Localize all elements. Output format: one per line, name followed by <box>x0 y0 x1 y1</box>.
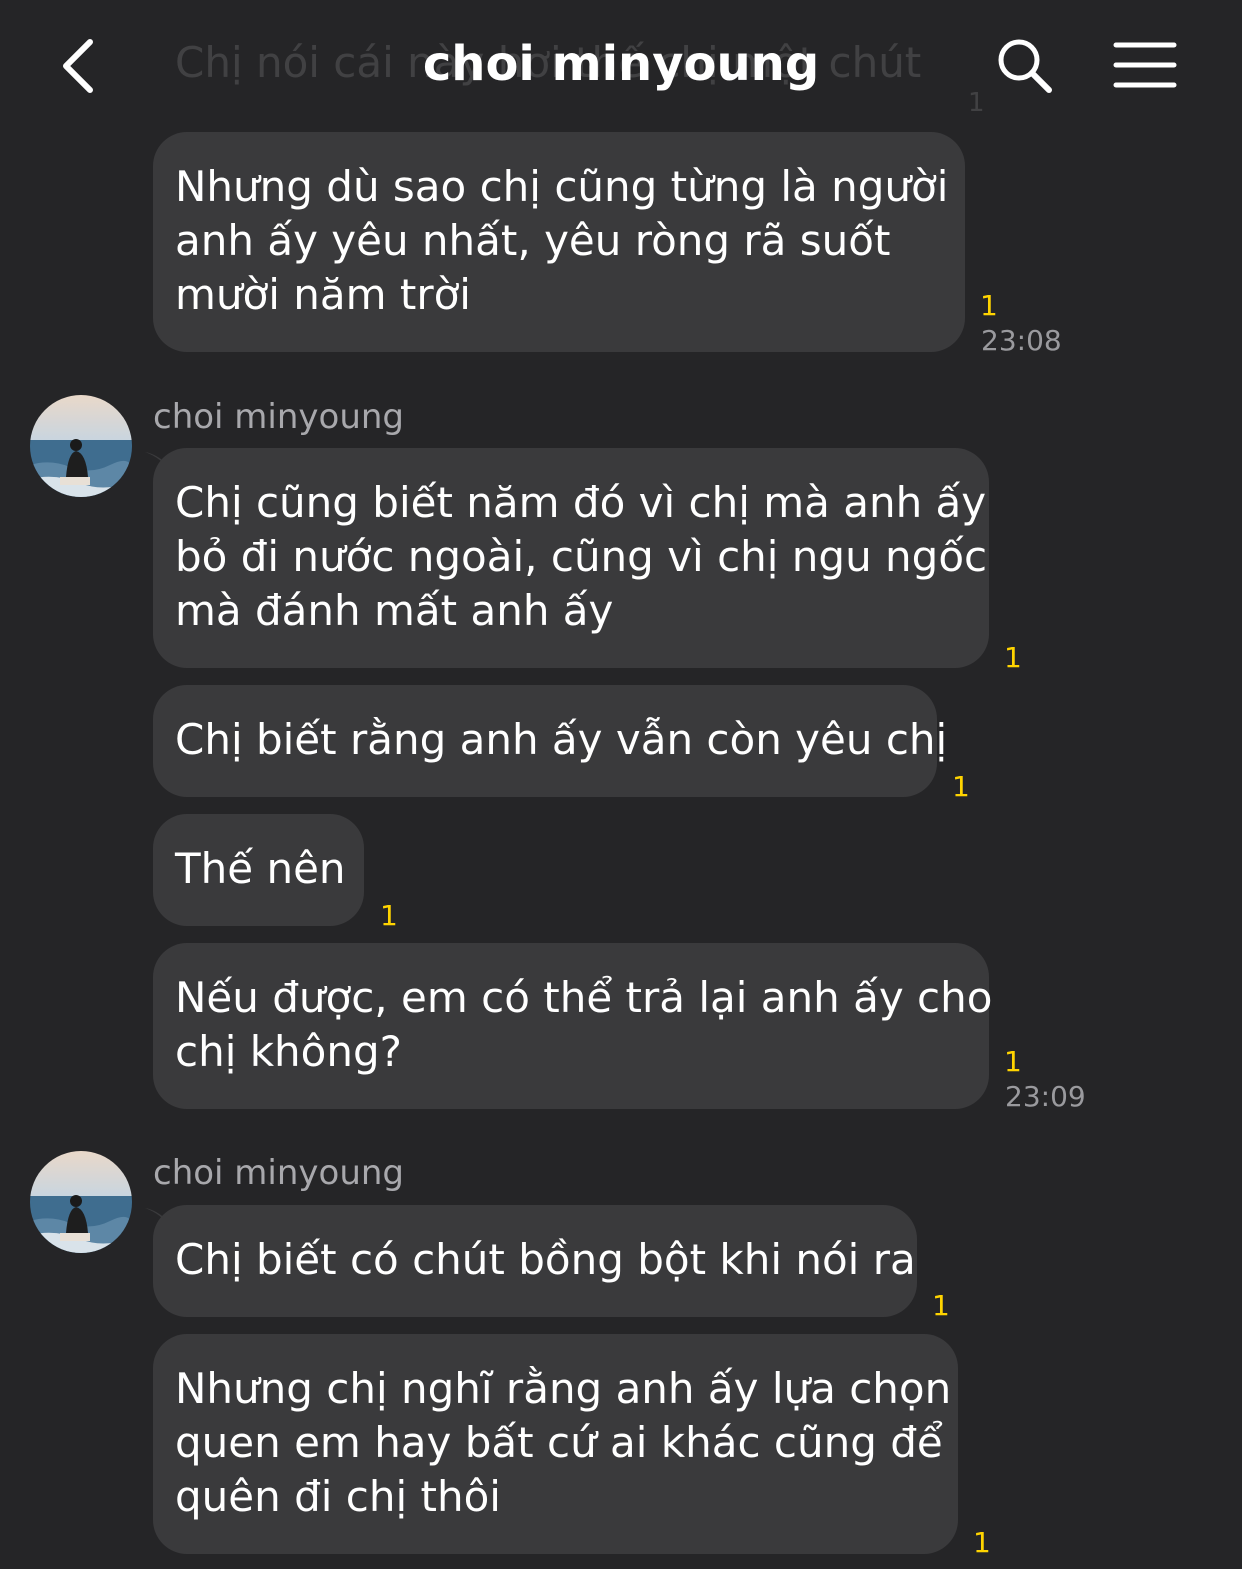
message-text: mà đánh mất anh ấy <box>175 586 614 635</box>
message-time: 23:08 <box>981 324 1062 357</box>
message-bubble[interactable]: Nếu được, em có thể trả lại anh ấy cho c… <box>153 943 993 1109</box>
avatar[interactable] <box>30 395 132 497</box>
message-text: mười năm trời <box>175 270 471 319</box>
chevron-left-icon[interactable] <box>58 38 98 94</box>
message-text: anh ấy yêu nhất, yêu ròng rã suốt <box>175 216 891 265</box>
message-bubble[interactable]: Nhưng dù sao chị cũng từng là người anh … <box>153 132 965 352</box>
message-text: chị không? <box>175 1027 402 1076</box>
unread-count: 1 <box>980 289 998 322</box>
message-text: Nhưng dù sao chị cũng từng là người <box>175 162 949 211</box>
hamburger-menu-icon[interactable] <box>1113 40 1177 90</box>
unread-count: 1 <box>973 1526 991 1559</box>
message-text: bỏ đi nước ngoài, cũng vì chị ngu ngốc <box>175 532 988 581</box>
message-text: quên đi chị thôi <box>175 1472 501 1521</box>
search-icon[interactable] <box>995 36 1053 94</box>
message-bubble[interactable]: Chị cũng biết năm đó vì chị mà anh ấy bỏ… <box>153 448 989 668</box>
unread-count: 1 <box>380 899 398 932</box>
message-bubble[interactable]: Thế nên <box>153 814 364 926</box>
message-text: Nếu được, em có thể trả lại anh ấy cho <box>175 973 993 1022</box>
message-text: Chị biết có chút bồng bột khi nói ra <box>175 1235 916 1284</box>
unread-count: 1 <box>952 770 970 803</box>
message-text: Thế nên <box>175 844 346 893</box>
message-time: 23:09 <box>1005 1080 1086 1113</box>
message-bubble[interactable]: Chị biết rằng anh ấy vẫn còn yêu chị <box>153 685 948 797</box>
message-text: Chị biết rằng anh ấy vẫn còn yêu chị <box>175 715 948 764</box>
sender-name: choi minyoung <box>153 1153 405 1193</box>
message-text: Nhưng chị nghĩ rằng anh ấy lựa chọn <box>175 1364 952 1413</box>
avatar[interactable] <box>30 1151 132 1253</box>
unread-count: 1 <box>968 88 985 118</box>
unread-count: 1 <box>1004 1045 1022 1078</box>
message-text: Chị cũng biết năm đó vì chị mà anh ấy <box>175 478 987 527</box>
message-text: quen em hay bất cứ ai khác cũng để <box>175 1418 943 1467</box>
unread-count: 1 <box>1004 641 1022 674</box>
unread-count: 1 <box>932 1289 950 1322</box>
message-bubble[interactable]: Chị biết có chút bồng bột khi nói ra <box>153 1205 917 1317</box>
message-bubble[interactable]: Nhưng chị nghĩ rằng anh ấy lựa chọn quen… <box>153 1334 958 1554</box>
sender-name: choi minyoung <box>153 397 405 437</box>
chat-header: Chị nói cái này hơi thế chị một chút 1 c… <box>0 0 1242 125</box>
chat-title[interactable]: choi minyoung <box>0 36 1242 92</box>
